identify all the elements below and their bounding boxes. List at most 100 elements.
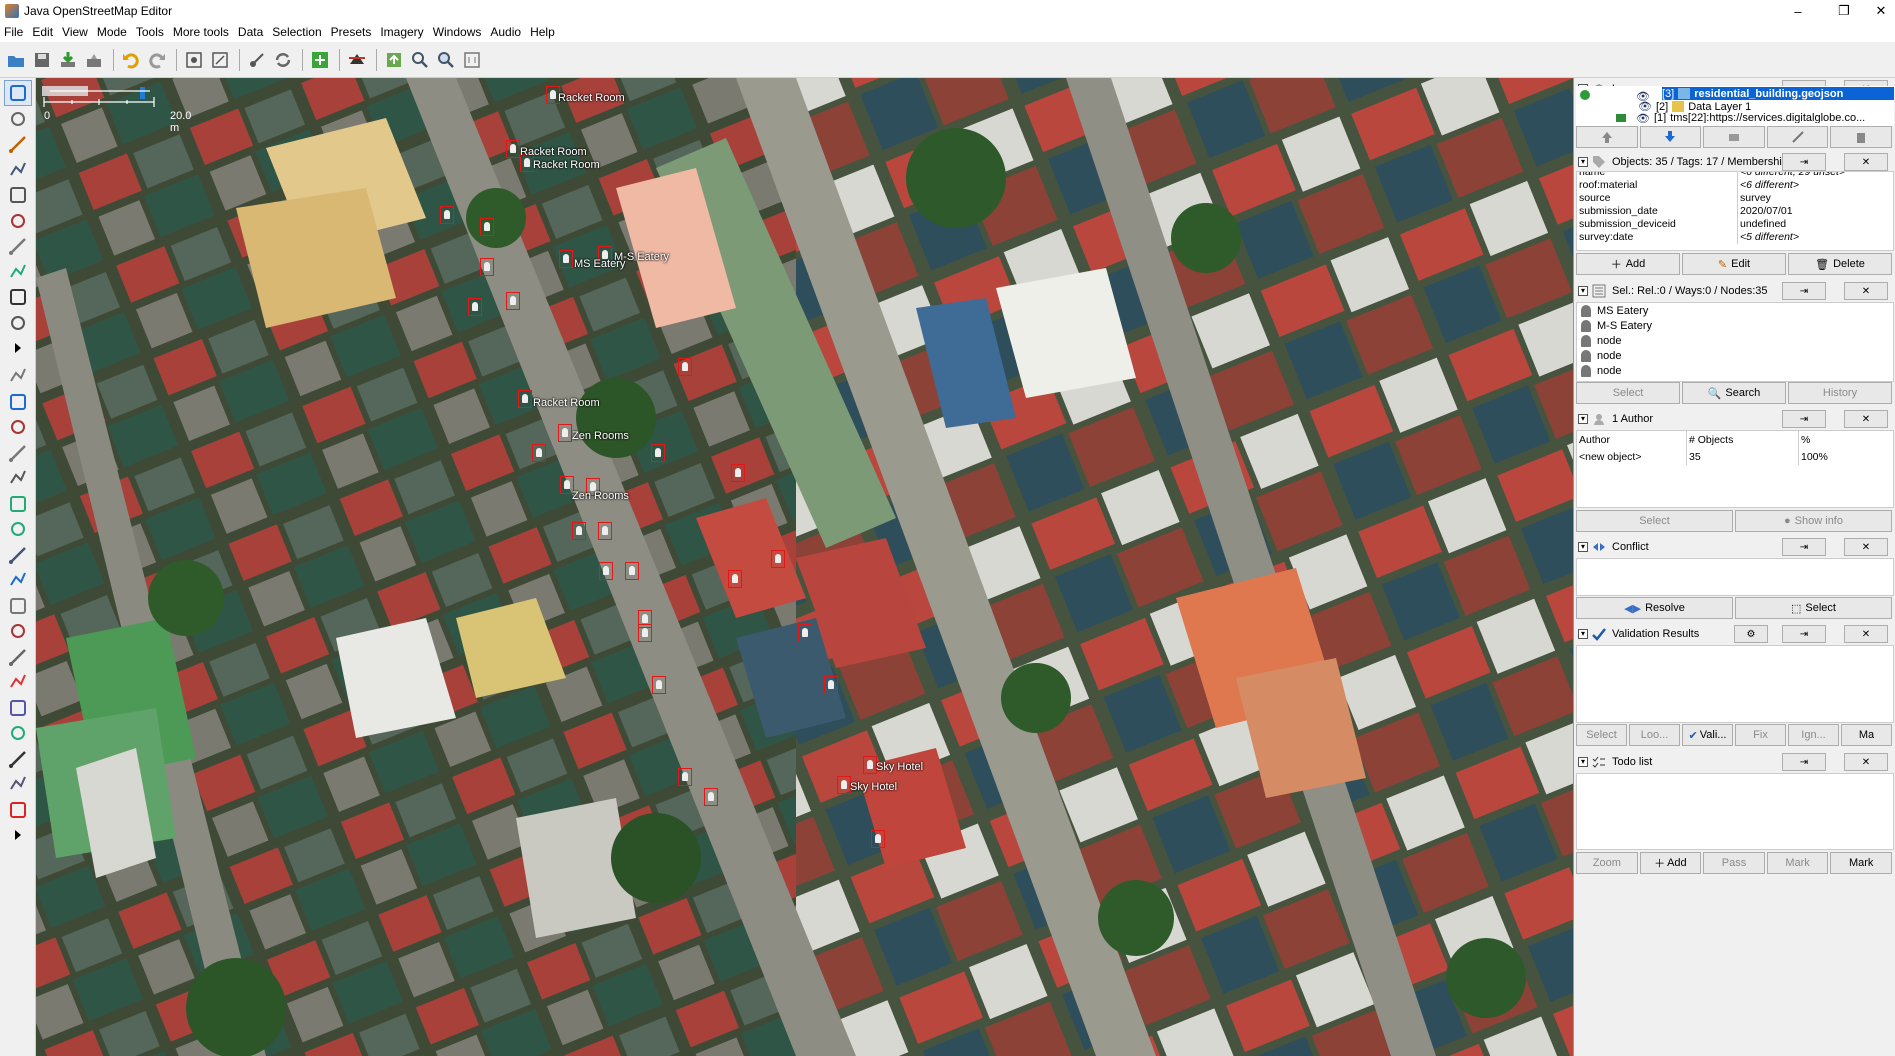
update-data-icon[interactable] bbox=[271, 48, 295, 72]
menu-help[interactable]: Help bbox=[530, 25, 555, 39]
tag-row[interactable]: source survey bbox=[1577, 192, 1893, 205]
parallel-icon[interactable] bbox=[4, 208, 32, 234]
building-node-marker-icon[interactable] bbox=[598, 522, 612, 540]
collapse-toggle[interactable]: ▾ bbox=[1578, 757, 1588, 767]
map-label[interactable]: MS Eatery bbox=[574, 258, 625, 270]
menu-presets[interactable]: Presets bbox=[331, 25, 372, 39]
building-node-marker-icon[interactable] bbox=[480, 258, 494, 276]
building-node-marker-icon[interactable] bbox=[506, 140, 520, 158]
todo-mark-selected-button[interactable]: Mark bbox=[1830, 852, 1892, 874]
collapse-toggle[interactable]: ▾ bbox=[1578, 629, 1588, 639]
building-node-marker-icon[interactable] bbox=[678, 358, 692, 376]
close-panel-button[interactable]: ✕ bbox=[1844, 753, 1888, 771]
selection-list-item[interactable]: node bbox=[1577, 333, 1893, 348]
objects-col-header[interactable]: # Objects bbox=[1687, 431, 1799, 449]
building-node-marker-icon[interactable] bbox=[480, 218, 494, 236]
delete-tag-button[interactable]: 🗑 Delete bbox=[1788, 253, 1892, 275]
building-node-marker-icon[interactable] bbox=[678, 768, 692, 786]
building-node-marker-icon[interactable] bbox=[532, 444, 546, 462]
map-paint-icon[interactable] bbox=[4, 542, 32, 568]
collapse-toggle[interactable]: ▾ bbox=[1578, 542, 1588, 552]
menu-selection[interactable]: Selection bbox=[272, 25, 321, 39]
building-node-marker-icon[interactable] bbox=[625, 562, 639, 580]
chart-icon[interactable] bbox=[4, 720, 32, 746]
tag-row[interactable]: name <6 different, 29 unset> bbox=[1577, 172, 1893, 179]
building-node-marker-icon[interactable] bbox=[599, 562, 613, 580]
menu-data[interactable]: Data bbox=[238, 25, 263, 39]
package-icon[interactable] bbox=[4, 618, 32, 644]
mark-button[interactable]: Ma bbox=[1841, 724, 1892, 746]
building-node-marker-icon[interactable] bbox=[638, 624, 652, 642]
relation-icon[interactable] bbox=[4, 414, 32, 440]
filter2-icon[interactable] bbox=[4, 593, 32, 619]
menu-audio[interactable]: Audio bbox=[490, 25, 521, 39]
help-icon[interactable] bbox=[4, 771, 32, 797]
pin-icon[interactable] bbox=[4, 669, 32, 695]
todo-panel-header[interactable]: ▾ Todo list ⇥ ✕ bbox=[1574, 751, 1895, 773]
maximize-button[interactable]: ❐ bbox=[1821, 0, 1867, 22]
selection-panel-header[interactable]: ▾ Sel.: Rel.:0 / Ways:0 / Nodes:35 ⇥ ✕ bbox=[1574, 280, 1895, 302]
menu-windows[interactable]: Windows bbox=[433, 25, 482, 39]
photo-icon[interactable] bbox=[4, 516, 32, 542]
show-info-button[interactable]: ● Show info bbox=[1735, 510, 1892, 532]
notes-icon[interactable] bbox=[4, 695, 32, 721]
validation-panel-header[interactable]: ▾ Validation Results ⚙ ⇥ ✕ bbox=[1574, 623, 1895, 645]
search-button[interactable]: 🔍 Search bbox=[1682, 382, 1786, 404]
building-node-marker-icon[interactable] bbox=[728, 570, 742, 588]
todo-mark-button[interactable]: Mark bbox=[1766, 852, 1829, 874]
tag-row[interactable]: survey:date <5 different> bbox=[1577, 231, 1893, 244]
menu-view[interactable]: View bbox=[62, 25, 88, 39]
download-icon[interactable] bbox=[56, 48, 80, 72]
map-view[interactable]: 0 20.0 m Racket Room Racket Room Racket … bbox=[36, 78, 1573, 1056]
validation-select-button[interactable]: Select bbox=[1576, 724, 1627, 746]
authors-panel-header[interactable]: ▾ 1 Author ⇥ ✕ bbox=[1574, 408, 1895, 430]
select-button[interactable]: Select bbox=[1576, 382, 1680, 404]
menu-tools[interactable]: Tools bbox=[136, 25, 164, 39]
open-file-icon[interactable] bbox=[4, 48, 28, 72]
tag-row[interactable]: submission_deviceid undefined bbox=[1577, 218, 1893, 231]
improve-way-icon[interactable] bbox=[4, 259, 32, 285]
lookup-button[interactable]: Loo... bbox=[1629, 724, 1680, 746]
layer-row[interactable]: 👁 [1] tms[22]:https://services.digitalgl… bbox=[1616, 113, 1894, 123]
building-node-marker-icon[interactable] bbox=[837, 776, 851, 794]
delete-layer-button[interactable] bbox=[1830, 126, 1892, 148]
minimize-button[interactable]: – bbox=[1775, 0, 1821, 22]
tag-row[interactable]: roof:material <6 different> bbox=[1577, 179, 1893, 192]
layers-icon[interactable] bbox=[4, 363, 32, 389]
author-col-header[interactable]: Author bbox=[1577, 431, 1687, 449]
collapse-toggle[interactable]: ▾ bbox=[1578, 286, 1588, 296]
conflict-select-button[interactable]: ⬚ Select bbox=[1735, 597, 1892, 619]
dock-button[interactable]: ⇥ bbox=[1782, 625, 1826, 643]
todo-icon[interactable] bbox=[4, 746, 32, 772]
close-panel-button[interactable]: ✕ bbox=[1844, 538, 1888, 556]
menu-imagery[interactable]: Imagery bbox=[380, 25, 423, 39]
search-icon[interactable] bbox=[434, 48, 458, 72]
building-node-marker-icon[interactable] bbox=[652, 676, 666, 694]
dock-button[interactable]: ⇥ bbox=[1782, 538, 1826, 556]
map-label[interactable]: Sky Hotel bbox=[850, 781, 897, 793]
author-select-button[interactable]: Select bbox=[1576, 510, 1733, 532]
building-node-marker-icon[interactable] bbox=[572, 522, 586, 540]
lasso-icon[interactable] bbox=[4, 106, 32, 132]
building-node-marker-icon[interactable] bbox=[558, 424, 572, 442]
zoom-icon[interactable] bbox=[208, 48, 232, 72]
checkbox-icon[interactable] bbox=[1616, 114, 1626, 122]
map-label[interactable]: Racket Room bbox=[533, 397, 600, 409]
visibility-eye-icon[interactable]: 👁 bbox=[1636, 90, 1650, 103]
preferences-icon[interactable] bbox=[182, 48, 206, 72]
undo-icon[interactable] bbox=[119, 48, 143, 72]
validator-icon[interactable] bbox=[4, 567, 32, 593]
close-panel-button[interactable]: ✕ bbox=[1844, 410, 1888, 428]
building-node-marker-icon[interactable] bbox=[468, 298, 482, 316]
building-node-marker-icon[interactable] bbox=[824, 676, 838, 694]
plugin2-icon[interactable] bbox=[4, 644, 32, 670]
building-icon[interactable] bbox=[4, 310, 32, 336]
history-button[interactable]: History bbox=[1788, 382, 1892, 404]
stop-icon[interactable] bbox=[4, 797, 32, 823]
todo-zoom-button[interactable]: Zoom bbox=[1576, 852, 1638, 874]
dock-button[interactable]: ⇥ bbox=[1782, 753, 1826, 771]
close-panel-button[interactable]: ✕ bbox=[1844, 282, 1888, 300]
tags-panel-header[interactable]: ▾ Objects: 35 / Tags: 17 / Memberships: … bbox=[1574, 151, 1895, 173]
building-node-marker-icon[interactable] bbox=[771, 550, 785, 568]
merge-layer-button[interactable] bbox=[1703, 126, 1765, 148]
